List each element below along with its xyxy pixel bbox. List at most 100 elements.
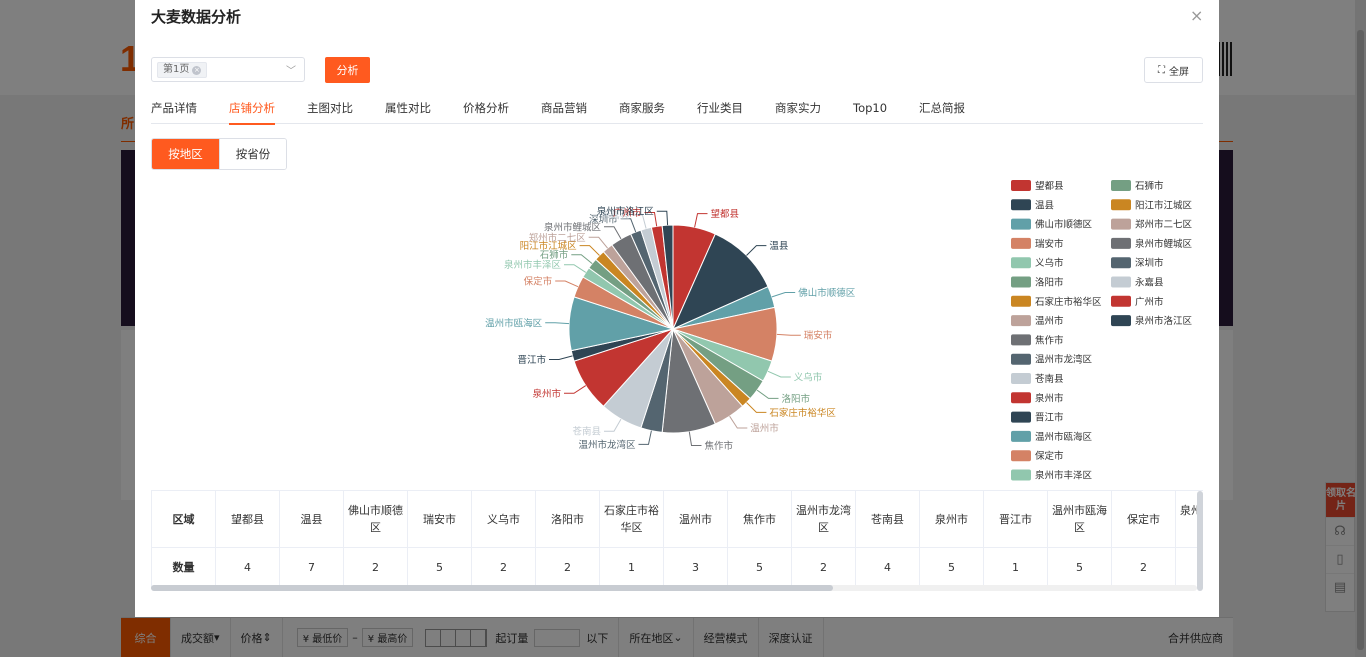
legend-label[interactable]: 义乌市 [1035,257,1064,269]
legend-label[interactable]: 洛阳市 [1035,277,1064,289]
pie-leader-line [638,430,652,445]
pie-label: 郑州市二七区 [529,232,587,244]
legend-swatch[interactable] [1111,218,1131,230]
legend-swatch[interactable] [1011,276,1031,288]
legend-swatch[interactable] [1011,218,1031,230]
tab-8[interactable]: 商家实力 [775,93,821,124]
table-scrollbar-thumb[interactable] [151,585,833,591]
legend-label[interactable]: 泉州市 [1035,392,1064,404]
legend-label[interactable]: 泉州市丰泽区 [1035,470,1093,482]
legend-label[interactable]: 焦作市 [1035,334,1064,346]
table-cell-region: 石家庄市裕华区 [599,490,664,548]
legend-label[interactable]: 永嘉县 [1135,277,1164,289]
table-cell-count: 5 [727,547,792,588]
table-cell-region: 温州市 [663,490,728,548]
legend-swatch[interactable] [1011,237,1031,249]
fullscreen-button[interactable]: ⛶ 全屏 [1144,57,1203,83]
legend-label[interactable]: 深圳市 [1135,257,1164,269]
table-cell-count: 2 [343,547,408,588]
pie-leader-line [746,245,767,256]
legend-swatch[interactable] [1011,373,1031,384]
pie-leader-line [555,280,579,288]
pie-leader-line [688,431,702,446]
legend-label[interactable]: 阳江市江城区 [1135,199,1193,211]
table-cell-region: 佛山市顺德区 [343,490,408,548]
tab-content: 按地区 按省份 望都县 温县 佛山市顺德区 瑞安市 义乌市 洛阳市 石家庄市裕华区 温州市 焦作市… [151,134,1203,594]
table-cell-region: 保定市 [1111,490,1176,548]
legend-label[interactable]: 温州市 [1035,315,1064,327]
pie-label: 温县 [769,241,788,252]
tab-5[interactable]: 商品营销 [541,93,587,124]
pie-leader-line [588,236,608,249]
legend-label[interactable]: 石家庄市裕华区 [1035,296,1102,308]
analyze-button[interactable]: 分析 [325,57,370,83]
table-cell-region: 瑞安市 [407,490,472,548]
legend-label[interactable]: 广州市 [1135,296,1164,308]
legend-label[interactable]: 苍南县 [1035,373,1064,385]
pie-leader-line [771,292,796,298]
content-vertical-scrollbar[interactable] [1197,136,1203,592]
legend-swatch[interactable] [1011,411,1031,423]
legend-swatch[interactable] [1011,295,1031,307]
legend-swatch[interactable] [1011,450,1031,462]
tab-2[interactable]: 主图对比 [307,93,353,124]
legend-label[interactable]: 望都县 [1035,180,1064,192]
legend-swatch[interactable] [1011,315,1031,327]
legend-label[interactable]: 郑州市二七区 [1135,219,1193,231]
fullscreen-label: 全屏 [1169,66,1189,78]
legend-label[interactable]: 温州市瓯海区 [1035,431,1093,443]
tab-0[interactable]: 产品详情 [151,93,197,124]
tag-remove-icon[interactable]: × [192,65,202,75]
tab-9[interactable]: Top10 [853,93,887,124]
legend-swatch[interactable] [1111,237,1131,249]
legend-swatch[interactable] [1011,334,1031,346]
legend-label[interactable]: 瑞安市 [1035,238,1064,250]
legend-label[interactable]: 泉州市洛江区 [1135,315,1193,327]
table-cell-count: 5 [1047,547,1112,588]
legend-swatch[interactable] [1111,276,1131,288]
legend-label[interactable]: 佛山市顺德区 [1035,219,1093,231]
legend-swatch[interactable] [1111,295,1131,307]
page-select[interactable]: 第1页 × ﹀ [151,57,305,82]
legend-swatch[interactable] [1111,315,1131,327]
legend-swatch[interactable] [1011,469,1031,481]
content-scrollbar-thumb[interactable] [1197,491,1203,591]
legend-label[interactable]: 保定市 [1035,450,1064,462]
close-icon[interactable]: × [1190,6,1203,25]
table-cell-region: 义乌市 [471,490,536,548]
table-cell-count: 7 [279,547,344,588]
legend-swatch[interactable] [1011,257,1031,269]
legend-swatch[interactable] [1111,257,1131,269]
tab-1[interactable]: 店铺分析 [229,93,275,125]
tab-3[interactable]: 属性对比 [385,93,431,124]
pie-label: 苍南县 [572,426,601,438]
tab-6[interactable]: 商家服务 [619,93,665,124]
tab-10[interactable]: 汇总简报 [919,93,965,124]
tab-4[interactable]: 价格分析 [463,93,509,124]
legend-label[interactable]: 泉州市鲤城区 [1135,238,1193,250]
legend-swatch[interactable] [1011,199,1031,211]
legend-label[interactable]: 温县 [1035,200,1054,211]
analysis-tabs: 产品详情 店铺分析 主图对比 属性对比 价格分析 商品营销 商家服务 行业类目 商家实力 Top1… [151,93,1203,125]
legend-swatch[interactable] [1111,180,1131,191]
legend-swatch[interactable] [1011,180,1031,191]
legend-swatch[interactable] [1111,199,1131,211]
pie-leader-line [571,254,593,264]
legend-label[interactable]: 温州市龙湾区 [1035,354,1093,366]
table-cell-count: 3 [663,547,728,588]
table-cell-count: 2 [791,547,856,588]
legend-swatch[interactable] [1011,392,1031,404]
region-pie-chart: 望都县温县佛山市顺德区瑞安市义乌市洛阳市石家庄市裕华区温州市焦作市温州市龙湾区苍… [485,180,1193,482]
table-cell-region: 望都县 [215,490,280,548]
pie-label: 保定市 [524,276,553,288]
segment-0[interactable]: 按地区 [152,139,219,169]
modal-title: 大麦数据分析 [151,8,242,26]
legend-label[interactable]: 晋江市 [1035,412,1064,424]
legend-swatch[interactable] [1011,430,1031,442]
legend-label[interactable]: 石狮市 [1135,180,1164,192]
tab-7[interactable]: 行业类目 [697,93,743,124]
pie-label: 温州市 [750,423,779,435]
table-horizontal-scrollbar[interactable] [151,585,1197,591]
segment-1[interactable]: 按省份 [219,139,286,169]
legend-swatch[interactable] [1011,353,1031,365]
